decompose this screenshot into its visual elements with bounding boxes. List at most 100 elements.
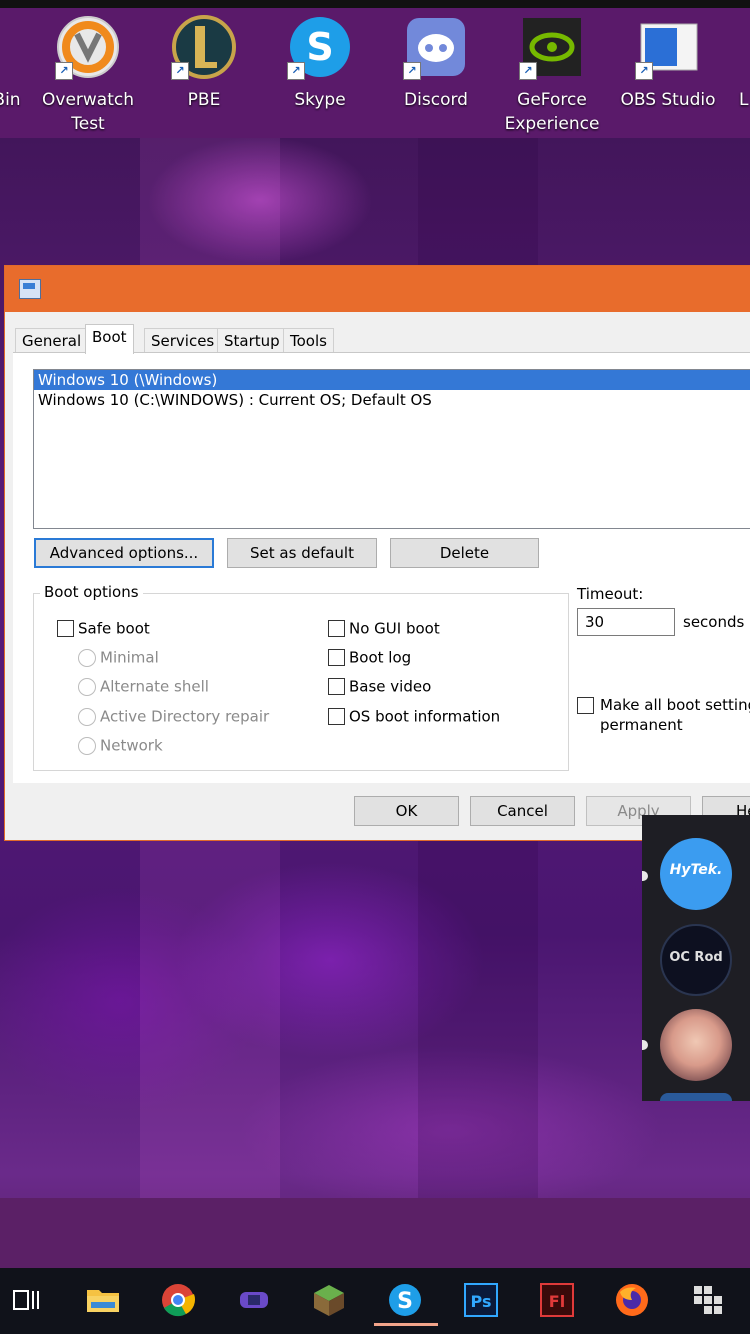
timeout-input[interactable]: 30 [577, 608, 675, 636]
tab-general[interactable]: General [15, 328, 89, 353]
ok-button[interactable]: OK [354, 796, 459, 826]
tab-startup[interactable]: Startup [217, 328, 287, 353]
shortcut-arrow-icon: ↗ [55, 62, 73, 80]
radio-circle[interactable] [78, 677, 96, 696]
hytek-label: HyTek. [669, 862, 723, 878]
user-avatar-partial[interactable] [660, 1093, 732, 1101]
checkbox-box[interactable] [57, 620, 74, 637]
friends-sidebar: HyTek. OC Rod [642, 815, 750, 1101]
boot-options-legend: Boot options [40, 583, 143, 601]
discord-shortcut[interactable]: ↗ Discord [381, 14, 491, 112]
boot-log-label: Boot log [349, 648, 412, 667]
no-gui-boot-label: No GUI boot [349, 619, 440, 638]
timeout-label: Timeout: [577, 585, 644, 603]
flash-icon[interactable]: Fl [539, 1282, 575, 1318]
partial-shortcut[interactable]: L [729, 14, 750, 112]
firefox-icon[interactable] [614, 1282, 650, 1318]
radio-circle[interactable] [78, 736, 96, 755]
cancel-button[interactable]: Cancel [470, 796, 575, 826]
top-bar [0, 0, 750, 8]
chrome-icon[interactable] [160, 1282, 196, 1318]
svg-text:Fl: Fl [549, 1292, 565, 1311]
ad-repair-label: Active Directory repair [100, 707, 270, 726]
pbe-label: PBE [187, 90, 221, 110]
active-app-indicator [374, 1323, 438, 1326]
shortcut-arrow-icon: ↗ [635, 62, 653, 80]
overwatch-shortcut[interactable]: ↗ Overwatch Test [33, 14, 143, 136]
skype-taskbar-icon[interactable]: S [387, 1282, 423, 1318]
skype-icon: S ↗ [287, 14, 353, 80]
make-permanent-label-line1: Make all boot settings [600, 696, 750, 714]
os-boot-info-checkbox[interactable]: OS boot information [328, 705, 500, 727]
radio-circle[interactable] [78, 707, 96, 726]
game-emulator-icon[interactable] [236, 1282, 272, 1318]
network-label: Network [100, 736, 163, 755]
svg-text:S: S [397, 1289, 413, 1314]
alternate-shell-label: Alternate shell [100, 677, 209, 696]
checkbox-box[interactable] [328, 620, 345, 637]
wallpaper-band [0, 1198, 750, 1268]
os-list-item[interactable]: Windows 10 (C:\WINDOWS) : Current OS; De… [34, 390, 750, 410]
minimal-label: Minimal [100, 648, 159, 667]
discord-label: Discord [404, 90, 468, 110]
msconfig-icon [19, 279, 41, 299]
overwatch-label-line2: Test [71, 114, 105, 134]
tab-boot[interactable]: Boot [85, 324, 134, 354]
task-view-icon[interactable] [8, 1282, 44, 1318]
file-explorer-icon[interactable] [85, 1282, 121, 1318]
discord-icon: ↗ [403, 14, 469, 80]
safe-boot-label: Safe boot [78, 619, 150, 638]
pbe-shortcut[interactable]: ↗ PBE [149, 14, 259, 112]
hytek-avatar[interactable]: HyTek. [660, 838, 732, 910]
partial-shortcut-label: L [739, 90, 749, 110]
user-avatar[interactable] [660, 1009, 732, 1081]
system-configuration-dialog: General Boot Services Startup Tools Wind… [4, 265, 750, 841]
no-gui-boot-checkbox[interactable]: No GUI boot [328, 617, 440, 639]
network-radio[interactable]: Network [78, 734, 163, 756]
os-listbox[interactable]: Windows 10 (\Windows) Windows 10 (C:\WIN… [33, 369, 750, 529]
boot-tab-panel: Windows 10 (\Windows) Windows 10 (C:\WIN… [13, 352, 750, 783]
nvidia-icon: ↗ [519, 14, 585, 80]
photoshop-icon[interactable]: Ps [463, 1282, 499, 1318]
make-permanent-label-line2: permanent [600, 716, 683, 734]
unread-indicator [642, 1040, 648, 1050]
obs-icon: ↗ [635, 14, 701, 80]
league-pbe-icon: ↗ [171, 14, 237, 80]
safe-boot-checkbox[interactable]: Safe boot [57, 617, 150, 639]
calculator-icon[interactable] [690, 1282, 726, 1318]
ocrod-avatar[interactable]: OC Rod [660, 924, 732, 996]
geforce-label-line1: GeForce [517, 90, 587, 110]
shortcut-arrow-icon: ↗ [287, 62, 305, 80]
os-list-item[interactable]: Windows 10 (\Windows) [34, 370, 750, 390]
dialog-titlebar[interactable] [5, 266, 750, 312]
base-video-label: Base video [349, 677, 432, 696]
ad-repair-radio[interactable]: Active Directory repair [78, 705, 269, 727]
delete-button[interactable]: Delete [390, 538, 539, 568]
obs-shortcut[interactable]: ↗ OBS Studio [613, 14, 723, 112]
tab-tools[interactable]: Tools [283, 328, 334, 353]
svg-text:Ps: Ps [471, 1292, 492, 1311]
timeout-unit-label: seconds [683, 613, 745, 631]
set-as-default-button[interactable]: Set as default [227, 538, 377, 568]
checkbox-box[interactable] [577, 697, 594, 714]
checkbox-box[interactable] [328, 649, 345, 666]
advanced-options-button[interactable]: Advanced options... [34, 538, 214, 568]
os-boot-info-label: OS boot information [349, 707, 501, 726]
tab-services[interactable]: Services [144, 328, 222, 353]
skype-label: Skype [294, 90, 346, 110]
unread-indicator [642, 871, 648, 881]
shortcut-arrow-icon: ↗ [171, 62, 189, 80]
radio-circle[interactable] [78, 648, 96, 667]
minimal-radio[interactable]: Minimal [78, 646, 159, 668]
checkbox-box[interactable] [328, 708, 345, 725]
boot-options-group: Boot options Safe boot Minimal Alternate… [33, 583, 569, 771]
skype-shortcut[interactable]: S ↗ Skype [265, 14, 375, 112]
shortcut-arrow-icon: ↗ [403, 62, 421, 80]
boot-log-checkbox[interactable]: Boot log [328, 646, 411, 668]
checkbox-box[interactable] [328, 678, 345, 695]
shortcut-arrow-icon: ↗ [519, 62, 537, 80]
alternate-shell-radio[interactable]: Alternate shell [78, 675, 209, 697]
geforce-shortcut[interactable]: ↗ GeForce Experience [497, 14, 607, 136]
minecraft-icon[interactable] [311, 1282, 347, 1318]
base-video-checkbox[interactable]: Base video [328, 675, 431, 697]
